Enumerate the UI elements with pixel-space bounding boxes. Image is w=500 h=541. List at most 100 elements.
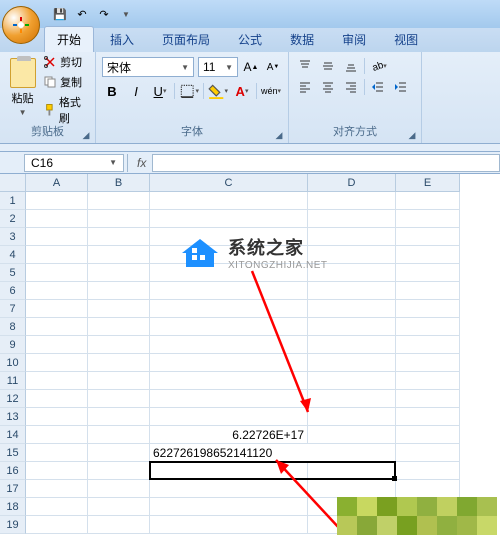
- align-right-button[interactable]: [341, 78, 361, 96]
- cell[interactable]: [150, 516, 308, 534]
- cell[interactable]: [396, 318, 460, 336]
- cell[interactable]: [150, 480, 308, 498]
- cell[interactable]: [396, 246, 460, 264]
- row-header[interactable]: 16: [0, 462, 26, 480]
- cell[interactable]: [396, 390, 460, 408]
- cell[interactable]: [26, 336, 88, 354]
- tab-0[interactable]: 开始: [44, 26, 94, 52]
- align-top-button[interactable]: [295, 57, 315, 75]
- column-header[interactable]: C: [150, 174, 308, 192]
- cell[interactable]: [26, 444, 88, 462]
- cell[interactable]: [396, 282, 460, 300]
- cell[interactable]: [88, 498, 150, 516]
- cell[interactable]: [26, 264, 88, 282]
- font-name-combo[interactable]: 宋体 ▼: [102, 57, 194, 77]
- font-dialog-launcher[interactable]: ◢: [273, 129, 285, 141]
- cell[interactable]: [308, 300, 396, 318]
- cell[interactable]: [396, 408, 460, 426]
- name-box[interactable]: C16 ▼: [24, 154, 124, 172]
- cell[interactable]: [308, 210, 396, 228]
- align-bottom-button[interactable]: [341, 57, 361, 75]
- row-header[interactable]: 9: [0, 336, 26, 354]
- align-middle-button[interactable]: [318, 57, 338, 75]
- orientation-button[interactable]: ab▾: [368, 57, 388, 75]
- cell[interactable]: [396, 444, 460, 462]
- format-painter-button[interactable]: 格式刷: [43, 94, 89, 126]
- row-header[interactable]: 7: [0, 300, 26, 318]
- cell[interactable]: [308, 480, 396, 498]
- qat-dropdown-icon[interactable]: ▼: [118, 6, 134, 22]
- cell[interactable]: [396, 300, 460, 318]
- bold-button[interactable]: B: [102, 81, 122, 101]
- cell[interactable]: [150, 336, 308, 354]
- column-header[interactable]: E: [396, 174, 460, 192]
- align-center-button[interactable]: [318, 78, 338, 96]
- border-button[interactable]: ▾: [179, 81, 199, 101]
- cell[interactable]: [88, 462, 150, 480]
- alignment-dialog-launcher[interactable]: ◢: [406, 129, 418, 141]
- phonetic-button[interactable]: wén▾: [261, 81, 281, 101]
- decrease-font-button[interactable]: A▼: [264, 58, 282, 76]
- cell[interactable]: [88, 336, 150, 354]
- cell[interactable]: [308, 390, 396, 408]
- tab-3[interactable]: 公式: [226, 27, 274, 52]
- cell[interactable]: [26, 300, 88, 318]
- cell[interactable]: [88, 318, 150, 336]
- row-header[interactable]: 3: [0, 228, 26, 246]
- row-header[interactable]: 5: [0, 264, 26, 282]
- tab-2[interactable]: 页面布局: [150, 27, 222, 52]
- cell[interactable]: [308, 462, 396, 480]
- row-header[interactable]: 13: [0, 408, 26, 426]
- column-header[interactable]: D: [308, 174, 396, 192]
- cell[interactable]: [88, 390, 150, 408]
- fx-icon[interactable]: fx: [131, 156, 152, 170]
- cell[interactable]: [150, 372, 308, 390]
- paste-button[interactable]: 粘贴 ▼: [6, 54, 39, 120]
- paste-dropdown-icon[interactable]: ▼: [19, 108, 27, 117]
- cell[interactable]: [308, 372, 396, 390]
- cell[interactable]: [396, 192, 460, 210]
- column-header[interactable]: B: [88, 174, 150, 192]
- cell[interactable]: [150, 462, 308, 480]
- cell[interactable]: [26, 210, 88, 228]
- spreadsheet-grid[interactable]: ABCDE 12345678910111213141516171819 6.22…: [0, 174, 500, 541]
- cell[interactable]: [88, 300, 150, 318]
- undo-icon[interactable]: ↶: [74, 6, 90, 22]
- cell[interactable]: [396, 354, 460, 372]
- cell[interactable]: [396, 462, 460, 480]
- cell[interactable]: [88, 282, 150, 300]
- cell[interactable]: [396, 228, 460, 246]
- cell[interactable]: [26, 516, 88, 534]
- copy-button[interactable]: 复制: [43, 74, 89, 90]
- row-header[interactable]: 15: [0, 444, 26, 462]
- row-header[interactable]: 17: [0, 480, 26, 498]
- row-header[interactable]: 18: [0, 498, 26, 516]
- cell[interactable]: [88, 246, 150, 264]
- cell[interactable]: [396, 264, 460, 282]
- decrease-indent-button[interactable]: [368, 78, 388, 96]
- column-header[interactable]: A: [26, 174, 88, 192]
- office-button[interactable]: [2, 6, 40, 44]
- cell[interactable]: [150, 408, 308, 426]
- row-header[interactable]: 2: [0, 210, 26, 228]
- cell[interactable]: [308, 336, 396, 354]
- tab-5[interactable]: 审阅: [330, 27, 378, 52]
- cell[interactable]: [88, 210, 150, 228]
- cell[interactable]: [308, 282, 396, 300]
- row-header[interactable]: 14: [0, 426, 26, 444]
- cell[interactable]: [26, 228, 88, 246]
- row-header[interactable]: 11: [0, 372, 26, 390]
- fill-color-button[interactable]: ▾: [208, 81, 228, 101]
- cell[interactable]: [88, 480, 150, 498]
- cell[interactable]: [26, 390, 88, 408]
- cell[interactable]: [88, 516, 150, 534]
- cell[interactable]: [150, 210, 308, 228]
- row-header[interactable]: 10: [0, 354, 26, 372]
- cell[interactable]: [26, 408, 88, 426]
- cell[interactable]: [26, 372, 88, 390]
- cell[interactable]: [308, 192, 396, 210]
- cell[interactable]: [150, 390, 308, 408]
- cell[interactable]: [308, 354, 396, 372]
- row-header[interactable]: 8: [0, 318, 26, 336]
- cell[interactable]: [88, 408, 150, 426]
